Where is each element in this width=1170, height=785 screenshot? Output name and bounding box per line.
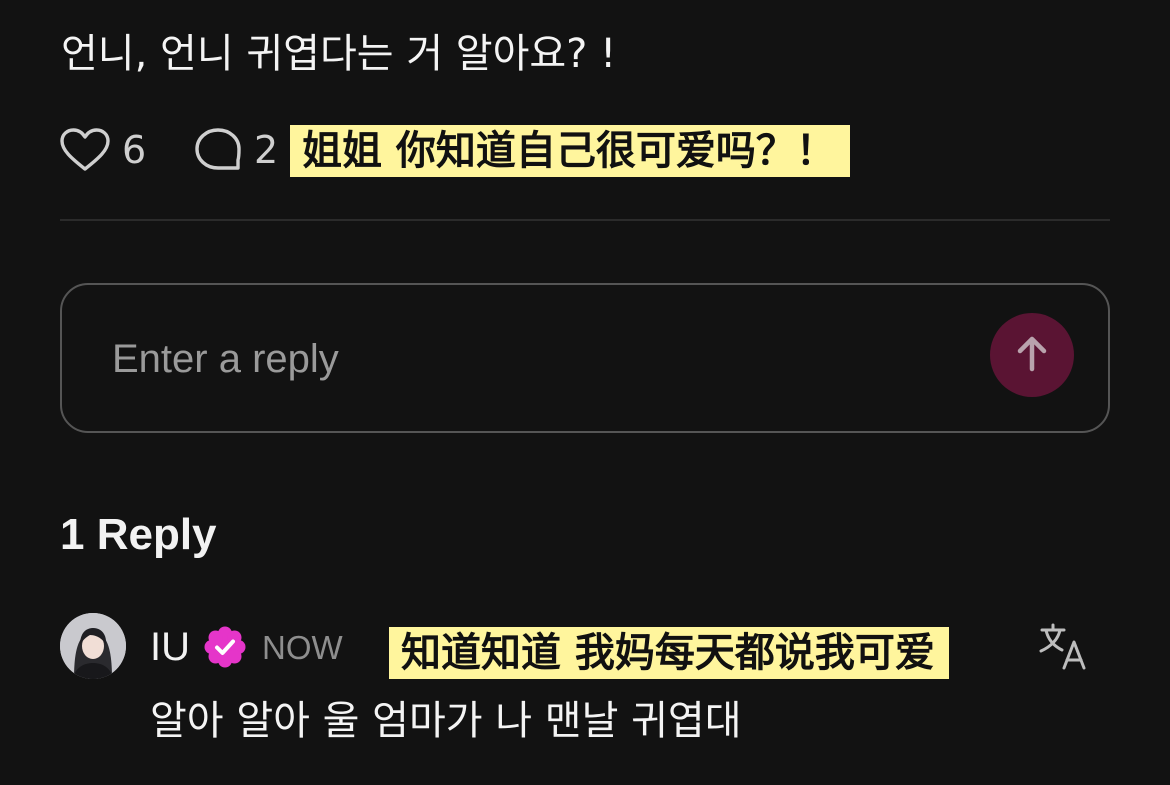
reply-author[interactable]: IU bbox=[150, 622, 190, 672]
speech-bubble-icon bbox=[194, 127, 242, 173]
arrow-up-icon bbox=[1016, 334, 1048, 376]
avatar[interactable] bbox=[60, 613, 126, 679]
send-button[interactable] bbox=[990, 313, 1074, 397]
replies-heading: 1 Reply bbox=[60, 510, 217, 559]
comment-button[interactable]: 2 bbox=[194, 127, 278, 173]
reply-box bbox=[60, 283, 1110, 433]
post-actions: 6 2 bbox=[60, 124, 278, 176]
reply-translation: 知道知道 我妈每天都说我可爱 bbox=[389, 627, 949, 679]
heart-outline-icon bbox=[60, 128, 110, 172]
translate-icon[interactable] bbox=[1036, 622, 1090, 676]
post-translation: 姐姐 你知道自己很可爱吗？！ bbox=[290, 125, 850, 177]
divider bbox=[60, 219, 1110, 221]
reply-input[interactable] bbox=[112, 325, 912, 393]
verified-badge-icon bbox=[203, 625, 247, 673]
reply-timestamp: NOW bbox=[262, 629, 343, 666]
like-button[interactable]: 6 bbox=[60, 128, 194, 172]
post-text: 언니, 언니 귀엽다는 거 알아요? ! bbox=[61, 31, 617, 77]
comment-count: 2 bbox=[254, 128, 279, 172]
reply-text: 알아 알아 울 엄마가 나 맨날 귀엽대 bbox=[150, 698, 742, 744]
like-count: 6 bbox=[122, 128, 147, 172]
